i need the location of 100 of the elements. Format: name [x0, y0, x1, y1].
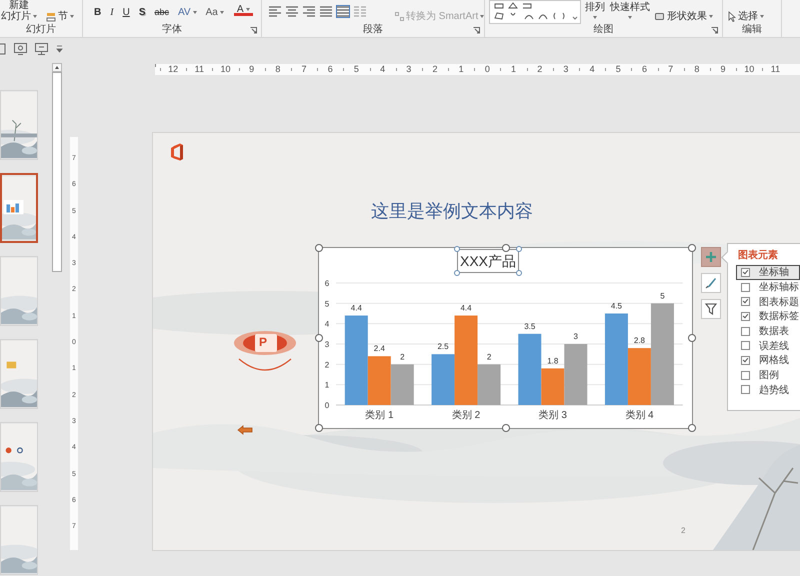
- data-label: 4.4: [350, 304, 362, 313]
- resize-handle[interactable]: [315, 424, 323, 432]
- plus-icon: [705, 251, 717, 263]
- ruler-number: 6: [317, 64, 344, 75]
- data-label: 2: [486, 352, 492, 362]
- ruler-number: 0: [474, 64, 500, 75]
- select-button[interactable]: 选择: [727, 11, 765, 22]
- axis-label: 6: [324, 279, 330, 288]
- ruler-number: 10: [736, 64, 762, 75]
- resize-handle[interactable]: [454, 246, 460, 252]
- scrollbar-thumb[interactable]: [52, 72, 62, 272]
- align-right-icon[interactable]: [302, 5, 316, 18]
- align-center-icon[interactable]: [285, 5, 299, 18]
- logo-letter: P: [259, 335, 268, 349]
- data-label: 2: [400, 352, 405, 362]
- category-label: 类别 1: [365, 410, 394, 421]
- resize-handle[interactable]: [454, 270, 460, 276]
- logo-icon: [170, 143, 184, 161]
- scroll-up-button[interactable]: [52, 63, 62, 72]
- chart-element-item[interactable]: 图例: [736, 368, 800, 382]
- customize-caret-icon[interactable]: [56, 45, 63, 53]
- resize-handle[interactable]: [688, 424, 696, 432]
- group-label: 绘图: [592, 24, 614, 35]
- slideshow-icon[interactable]: [14, 43, 27, 55]
- font-color-button[interactable]: A: [234, 5, 253, 16]
- chart-bar[interactable]: [604, 314, 628, 405]
- checkbox[interactable]: [741, 370, 750, 380]
- resize-handle[interactable]: [315, 334, 323, 342]
- align-left-icon[interactable]: [268, 5, 282, 18]
- distributed-icon[interactable]: [336, 5, 350, 18]
- shape-effects-button[interactable]: 形状效果: [654, 11, 714, 22]
- dialog-launcher-icon[interactable]: [250, 27, 257, 34]
- resize-handle[interactable]: [688, 244, 696, 252]
- italic-button[interactable]: I: [107, 5, 117, 19]
- change-case-button[interactable]: Aa: [202, 5, 227, 19]
- checkbox[interactable]: [741, 312, 750, 321]
- section-icon: [46, 12, 56, 22]
- caret-icon: [709, 15, 713, 18]
- chart-element-item[interactable]: 坐标轴标: [736, 280, 800, 294]
- arrange-button[interactable]: 排列: [584, 2, 606, 19]
- resize-handle[interactable]: [688, 334, 696, 342]
- caret-icon: [33, 14, 37, 18]
- chart-filter-button[interactable]: [701, 299, 721, 319]
- axis-label: 1: [324, 380, 330, 390]
- chart-bar[interactable]: [344, 316, 368, 405]
- ruler-number: 1: [448, 64, 474, 75]
- quick-styles-button[interactable]: 快速样式: [609, 2, 651, 19]
- data-label: 2.4: [374, 344, 385, 354]
- resize-handle[interactable]: [502, 424, 510, 432]
- bold-button[interactable]: B: [91, 5, 104, 19]
- section-button[interactable]: 节: [45, 11, 75, 22]
- checkbox[interactable]: [741, 326, 750, 336]
- axis-label: 3: [324, 340, 330, 349]
- axis-label: 4: [324, 320, 330, 329]
- checkbox[interactable]: [741, 385, 750, 394]
- left-arrow-icon: [237, 425, 253, 435]
- axis-label: 5: [324, 299, 330, 308]
- dialog-launcher-icon[interactable]: [711, 27, 718, 34]
- axis-label: 0: [324, 401, 330, 410]
- chart-element-item[interactable]: 趋势线: [736, 382, 800, 398]
- chart-element-item[interactable]: 数据表: [736, 324, 800, 338]
- checkbox[interactable]: [741, 341, 750, 350]
- chart-element-item[interactable]: 网格线: [736, 353, 800, 368]
- data-label: 4.5: [610, 302, 622, 310]
- chart-element-item[interactable]: 坐标轴: [736, 265, 800, 280]
- category-label: 类别 2: [452, 410, 480, 421]
- strikethrough-button[interactable]: abc: [151, 5, 172, 19]
- chart-element-item[interactable]: 数据标签: [736, 309, 800, 324]
- data-label: 2.8: [634, 336, 646, 346]
- axis-label: 2: [324, 360, 330, 370]
- chart-bar[interactable]: [478, 364, 501, 405]
- justify-icon[interactable]: [319, 5, 333, 18]
- presenter-icon[interactable]: [35, 43, 48, 55]
- caret-icon: [760, 15, 764, 18]
- group-label: 幻灯片: [25, 24, 57, 35]
- resize-handle[interactable]: [516, 270, 522, 276]
- checkbox[interactable]: [741, 282, 750, 292]
- ruler-number: 11: [186, 64, 212, 75]
- chart-title[interactable]: XXX产品: [457, 249, 519, 273]
- data-label: 4.4: [460, 304, 472, 313]
- brush-icon: [705, 277, 717, 289]
- shape-effects-icon: [655, 12, 665, 21]
- chart-element-item[interactable]: 图表标题: [736, 294, 800, 310]
- category-label: 类别 3: [538, 410, 567, 421]
- shapes-gallery[interactable]: [489, 0, 581, 24]
- slide-thumbnail[interactable]: [0, 173, 38, 243]
- chart-element-item[interactable]: 误差线: [736, 338, 800, 354]
- character-spacing-button[interactable]: AV: [175, 5, 200, 19]
- checkbox[interactable]: [741, 297, 750, 306]
- data-label: 2.5: [437, 342, 449, 352]
- dialog-launcher-icon[interactable]: [473, 27, 480, 34]
- checkbox[interactable]: [741, 268, 750, 277]
- caret-icon: [593, 16, 597, 19]
- list-icon[interactable]: [0, 43, 6, 55]
- category-label: 类别 4: [625, 410, 654, 421]
- checkbox[interactable]: [741, 356, 750, 365]
- shadow-button[interactable]: S: [136, 5, 148, 19]
- caret-icon: [628, 16, 632, 19]
- chart-styles-button[interactable]: [701, 273, 721, 293]
- underline-button[interactable]: U: [120, 5, 133, 19]
